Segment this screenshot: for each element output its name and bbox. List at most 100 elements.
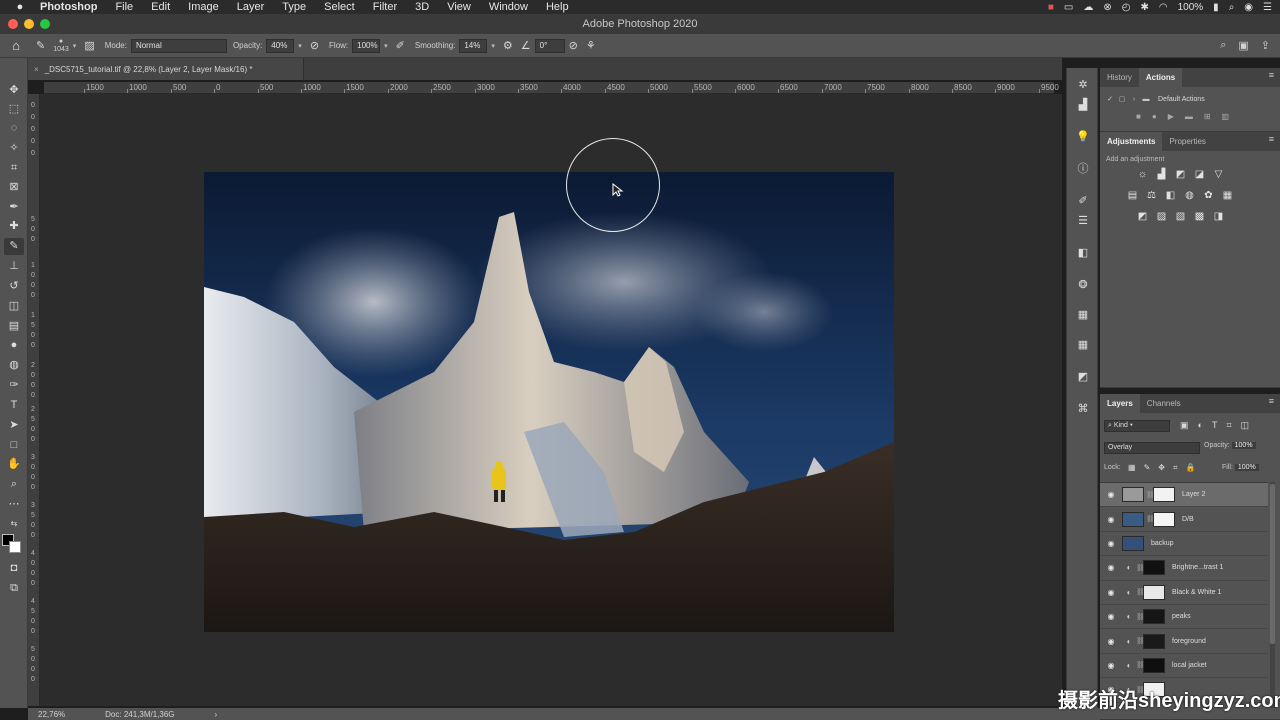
- menu-select[interactable]: Select: [315, 1, 364, 13]
- link-icon[interactable]: ⛓: [1146, 515, 1155, 523]
- search-icon[interactable]: ⌕: [1229, 2, 1235, 13]
- eye-icon[interactable]: ◉: [1100, 515, 1122, 524]
- bluetooth-icon[interactable]: ✱: [1140, 2, 1148, 13]
- path-selection-tool-icon[interactable]: ➤: [4, 417, 24, 434]
- blur-tool-icon[interactable]: ●: [4, 337, 24, 354]
- link-icon[interactable]: ⛓: [1136, 613, 1145, 621]
- checkmark-icon[interactable]: ✓: [1104, 95, 1116, 103]
- brush-preset-picker[interactable]: ● 1043: [53, 38, 69, 54]
- dialog-toggle-icon[interactable]: ▢: [1116, 95, 1128, 103]
- chevron-right-icon[interactable]: ›: [1128, 96, 1140, 103]
- layer-row[interactable]: ◉ ◐ ⛓ peaks: [1100, 605, 1268, 630]
- clone-source-icon[interactable]: ◧: [1073, 244, 1093, 262]
- eraser-tool-icon[interactable]: ◫: [4, 298, 24, 315]
- document-tab[interactable]: × _DSC5715_tutorial.tif @ 22,8% (Layer 2…: [28, 58, 304, 80]
- tab-adjustments[interactable]: Adjustments: [1100, 132, 1163, 151]
- layer-row[interactable]: ◉ ⛓ Layer 2: [1100, 483, 1268, 508]
- menu-filter[interactable]: Filter: [364, 1, 406, 13]
- layer-mask-thumbnail[interactable]: [1143, 560, 1165, 576]
- flow-input[interactable]: 100%: [352, 38, 381, 53]
- adjustment-layer-icon[interactable]: ◐: [1122, 588, 1136, 597]
- adjustment-layer-icon[interactable]: ◐: [1122, 563, 1136, 572]
- layer-opacity-value[interactable]: 100%: [1231, 442, 1256, 449]
- menu-view[interactable]: View: [438, 1, 480, 13]
- channel-mixer-icon[interactable]: ✿: [1202, 189, 1215, 202]
- tab-history[interactable]: History: [1100, 68, 1139, 87]
- grid-icon[interactable]: ▦: [1073, 306, 1093, 324]
- eye-icon[interactable]: ◉: [1100, 539, 1122, 548]
- quick-selection-tool-icon[interactable]: ✧: [4, 140, 24, 157]
- more-tools-icon[interactable]: ⋯: [4, 496, 24, 513]
- rectangle-tool-icon[interactable]: □: [4, 437, 24, 454]
- minimize-window-button[interactable]: [24, 19, 34, 29]
- link-icon[interactable]: ⛓: [1136, 661, 1145, 669]
- layers-scrollbar[interactable]: [1270, 482, 1275, 708]
- link-icon[interactable]: ⛓: [1136, 564, 1145, 572]
- tab-channels[interactable]: Channels: [1140, 394, 1188, 413]
- layer-name[interactable]: Brightne...trast 1: [1172, 564, 1223, 571]
- layer-opacity[interactable]: Opacity: 100%: [1204, 442, 1256, 449]
- background-color-swatch[interactable]: [9, 541, 21, 553]
- eye-icon[interactable]: ◉: [1100, 563, 1122, 572]
- hand-tool-icon[interactable]: ✋: [4, 456, 24, 473]
- dodge-tool-icon[interactable]: ◍: [4, 357, 24, 374]
- layer-name[interactable]: peaks: [1172, 613, 1191, 620]
- sliders-icon[interactable]: ☰: [1073, 212, 1093, 230]
- posterize-icon[interactable]: ▨: [1155, 210, 1168, 223]
- symmetry-icon[interactable]: ⚘: [586, 39, 596, 52]
- layer-row[interactable]: ◉ ◐ ⛓ foreground: [1100, 629, 1268, 654]
- brush-tool-icon[interactable]: ✎: [36, 39, 45, 52]
- vibrance-icon[interactable]: ▽: [1212, 168, 1225, 181]
- swatches-icon[interactable]: ◩: [1073, 368, 1093, 386]
- canvas-area[interactable]: [40, 94, 1062, 706]
- flag-icon[interactable]: ▮: [1213, 2, 1219, 13]
- layer-mask-thumbnail[interactable]: [1143, 584, 1165, 600]
- pressure-opacity-icon[interactable]: ⊘: [310, 39, 319, 52]
- type-filter-icon[interactable]: T: [1212, 420, 1218, 431]
- smoothing-settings-gear-icon[interactable]: ⚙: [503, 39, 513, 52]
- shape-filter-icon[interactable]: ⌗: [1226, 420, 1231, 431]
- layer-mask-thumbnail[interactable]: [1153, 487, 1175, 503]
- layer-name[interactable]: Layer 2: [1182, 491, 1205, 498]
- layer-filter-select[interactable]: ⌕ Kind ▾: [1104, 420, 1170, 432]
- eye-icon[interactable]: ◉: [1100, 637, 1122, 646]
- layer-row[interactable]: ◉ ◐ ⛓ Brightne...trast 1: [1100, 556, 1268, 581]
- eye-icon[interactable]: ◉: [1100, 490, 1122, 499]
- menu-file[interactable]: File: [106, 1, 142, 13]
- new-action-icon[interactable]: ⊞: [1204, 112, 1211, 121]
- curves-icon[interactable]: ◩: [1174, 168, 1187, 181]
- menu-3d[interactable]: 3D: [406, 1, 438, 13]
- siri-icon[interactable]: ◉: [1244, 2, 1253, 13]
- lock-position-icon[interactable]: ✥: [1158, 463, 1165, 473]
- layer-row[interactable]: ◉ backup: [1100, 532, 1268, 557]
- action-set-row[interactable]: ✓ ▢ › ▬ Default Actions: [1104, 92, 1269, 106]
- black-white-icon[interactable]: ◧: [1164, 189, 1177, 202]
- lock-image-icon[interactable]: ✎: [1144, 463, 1151, 473]
- close-tab-icon[interactable]: ×: [34, 65, 39, 74]
- lasso-tool-icon[interactable]: ◌: [4, 120, 24, 137]
- brush-settings-icon[interactable]: ✐: [1073, 192, 1093, 210]
- layer-name[interactable]: local jacket: [1172, 662, 1207, 669]
- menu-image[interactable]: Image: [179, 1, 228, 13]
- adjustment-layer-icon[interactable]: ◐: [1122, 612, 1136, 621]
- layer-row[interactable]: ◉ ⛓ D/B: [1100, 507, 1268, 532]
- marquee-tool-icon[interactable]: ⬚: [4, 101, 24, 118]
- levels-icon[interactable]: ▟: [1155, 168, 1168, 181]
- close-window-button[interactable]: [8, 19, 18, 29]
- layer-fill[interactable]: Fill: 100%: [1222, 464, 1259, 471]
- link-icon[interactable]: ⛓: [1136, 637, 1145, 645]
- pressure-size-icon[interactable]: ⊘: [569, 39, 578, 52]
- creative-cloud-icon[interactable]: ⊗: [1103, 2, 1111, 13]
- 3d-icon[interactable]: ❂: [1073, 276, 1093, 294]
- panel-menu-icon[interactable]: ≡: [1269, 134, 1274, 144]
- menu-type[interactable]: Type: [273, 1, 315, 13]
- crop-tool-icon[interactable]: ⌗: [4, 160, 24, 177]
- zoom-window-button[interactable]: [40, 19, 50, 29]
- tablet-icon[interactable]: ▭: [1064, 2, 1073, 13]
- opacity-input[interactable]: 40%: [266, 38, 295, 53]
- smoothing-input[interactable]: 14%: [459, 38, 488, 53]
- layer-name[interactable]: Black & White 1: [1172, 589, 1221, 596]
- histogram-icon[interactable]: ▟: [1073, 96, 1093, 114]
- eye-icon[interactable]: ◉: [1100, 612, 1122, 621]
- layer-mask-thumbnail[interactable]: [1143, 633, 1165, 649]
